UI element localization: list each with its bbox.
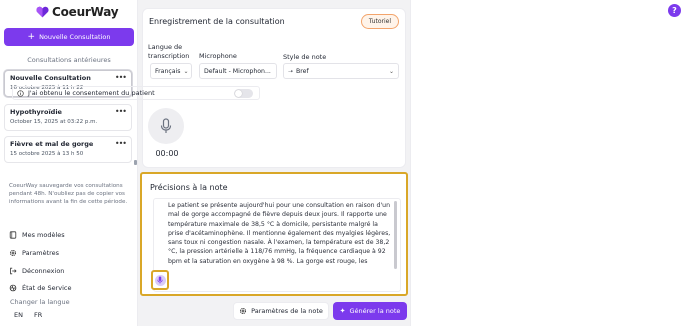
more-options-icon[interactable]: ••• [115, 107, 127, 116]
logo[interactable]: CoeurWay [36, 5, 119, 19]
menu-item-service-status[interactable]: État de Service [9, 284, 71, 292]
chevron-down-icon: ⌄ [183, 67, 189, 75]
change-language-label: Changer la langue [10, 298, 70, 306]
generate-note-button[interactable]: ✦ Générer la note [333, 302, 407, 320]
note-settings-label: Paramètres de la note [251, 307, 323, 315]
gear-icon [240, 307, 247, 315]
consultation-item[interactable]: Fièvre et mal de gorge 15 octobre 2025 à… [4, 136, 132, 163]
consultation-name: Fièvre et mal de gorge [10, 140, 94, 148]
tutorial-button[interactable]: Tutoriel [360, 14, 399, 29]
style-arrow-icon: ➝ [288, 67, 294, 75]
microphone-label: Microphone [199, 52, 237, 60]
menu-item-models[interactable]: Mes modèles [9, 231, 65, 239]
heart-logo-icon [36, 6, 49, 18]
help-button[interactable]: ? [668, 4, 681, 17]
note-details-textarea[interactable]: Le patient se présente aujourd'hui pour … [153, 198, 401, 292]
language-select-value: Français [155, 67, 181, 75]
notes-scrollbar[interactable] [394, 201, 397, 269]
consent-row[interactable]: J'ai obtenu le consentement du patient [12, 86, 260, 100]
note-details-text: Le patient se présente aujourd'hui pour … [168, 202, 391, 265]
sparkle-icon: ✦ [339, 307, 346, 315]
record-button[interactable] [148, 108, 184, 144]
microphone-icon [160, 118, 172, 133]
consultation-name: Hypothyroïdie [10, 108, 62, 116]
previous-consultations-title: Consultations antérieures [27, 56, 111, 64]
info-icon [17, 89, 24, 97]
recording-timer: 00:00 [155, 149, 179, 158]
menu-item-settings[interactable]: Paramètres [9, 249, 59, 257]
microphone-icon [157, 276, 163, 284]
generate-note-label: Générer la note [349, 307, 401, 315]
note-details-title: Précisions à la note [150, 183, 228, 192]
logout-icon [10, 267, 17, 275]
language-select[interactable]: Français ⌄ [150, 63, 192, 79]
chevron-down-icon: ⌄ [388, 67, 394, 75]
status-icon [9, 284, 17, 292]
plus-icon: + [27, 31, 36, 42]
book-icon [9, 231, 17, 239]
language-en-button[interactable]: EN [14, 311, 23, 319]
consent-toggle[interactable] [234, 89, 253, 98]
note-details-card: Précisions à la note Le patient se prése… [140, 172, 408, 296]
transcription-language-label: Langue de transcription [148, 43, 190, 60]
note-settings-button[interactable]: Paramètres de la note [233, 302, 329, 320]
menu-item-label: Paramètres [22, 249, 60, 257]
menu-item-label: État de Service [22, 284, 72, 292]
menu-item-label: Mes modèles [22, 231, 65, 239]
consent-label: J'ai obtenu le consentement du patient [28, 89, 155, 97]
note-output-panel [410, 0, 688, 326]
dictate-button[interactable] [151, 270, 169, 290]
consultation-date: October 15, 2025 at 03:22 p.m. [10, 119, 98, 125]
sidebar-resize-handle[interactable] [134, 160, 137, 165]
new-consultation-button[interactable]: + Nouvelle Consultation [4, 28, 134, 46]
microphone-select[interactable]: Default - Microphon... [199, 63, 277, 79]
microphone-select-value: Default - Microphon... [204, 67, 271, 75]
new-consultation-label: Nouvelle Consultation [39, 33, 111, 41]
recording-title: Enregistrement de la consultation [149, 17, 285, 26]
menu-item-label: Déconnexion [22, 267, 65, 275]
menu-item-logout[interactable]: Déconnexion [9, 267, 64, 275]
sidebar: CoeurWay + Nouvelle Consultation Consult… [0, 0, 138, 326]
consultation-date: 15 octobre 2025 à 13 h 50 [10, 151, 84, 157]
language-fr-button[interactable]: FR [34, 311, 42, 319]
note-style-select-value: Bref [296, 67, 309, 75]
note-style-label: Style de note [283, 53, 327, 61]
logo-text: CoeurWay [52, 5, 119, 19]
note-style-select[interactable]: ➝ Bref ⌄ [283, 63, 399, 79]
retention-notice: CoeurWay sauvegarde vos consultations pe… [9, 183, 128, 205]
consultation-name: Nouvelle Consultation [10, 74, 91, 82]
consultation-item[interactable]: Hypothyroïdie October 15, 2025 at 03:22 … [4, 104, 132, 131]
gear-icon [9, 249, 17, 257]
more-options-icon[interactable]: ••• [115, 139, 127, 148]
more-options-icon[interactable]: ••• [115, 73, 127, 82]
